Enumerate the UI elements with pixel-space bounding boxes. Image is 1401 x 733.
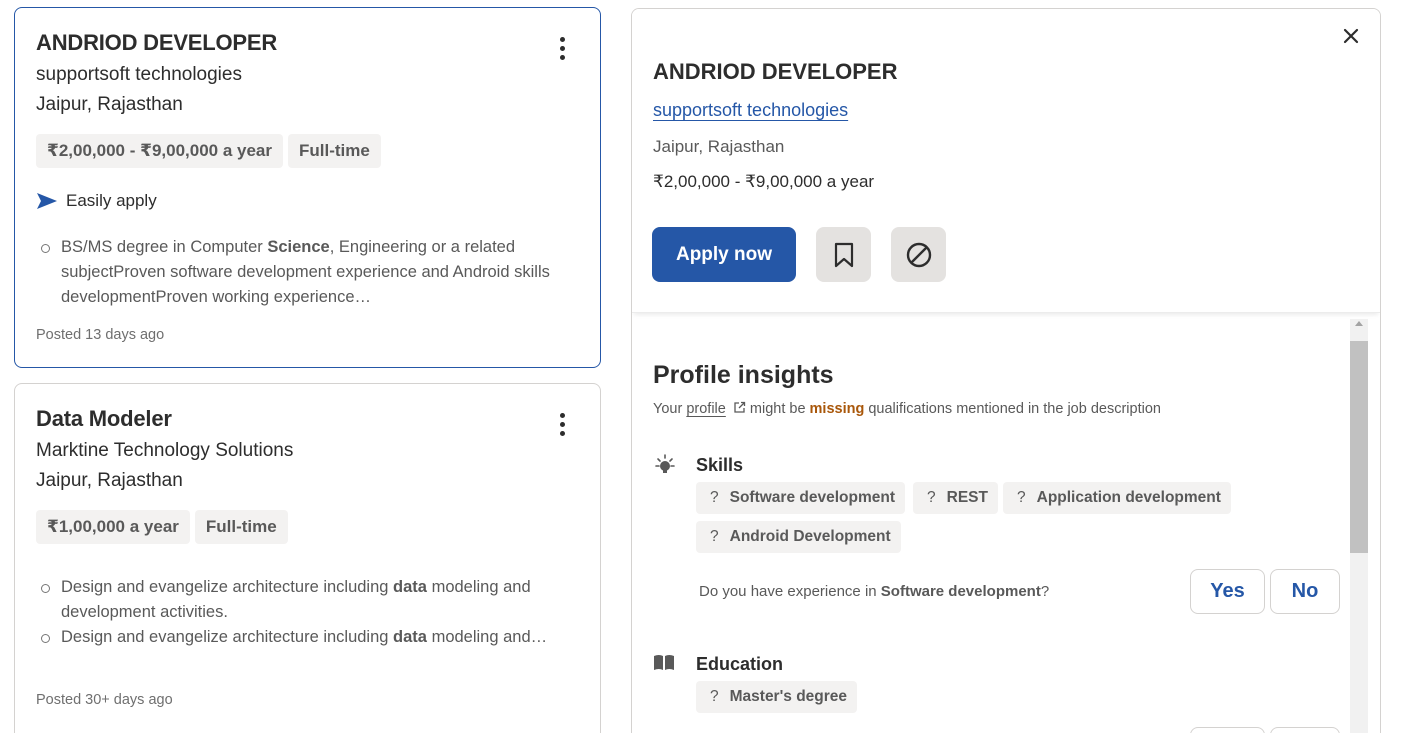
scrollbar[interactable] bbox=[1350, 319, 1368, 733]
education-label: Education bbox=[696, 654, 784, 674]
not-interested-button[interactable] bbox=[891, 227, 946, 282]
detail-salary: ₹2,00,000 - ₹9,00,000 a year bbox=[653, 172, 875, 191]
yes-button[interactable]: Yes bbox=[1190, 569, 1265, 614]
profile-insights-subtitle: Your profile might be missing qualificat… bbox=[653, 401, 1161, 417]
skill-tag[interactable]: ? REST bbox=[913, 482, 998, 514]
job-card[interactable]: Data Modeler Marktine Technology Solutio… bbox=[14, 383, 601, 733]
question-mark-icon: ? bbox=[710, 489, 719, 506]
posted-date: Posted 30+ days ago bbox=[36, 692, 173, 708]
no-button[interactable]: No bbox=[1270, 569, 1340, 614]
job-detail-pane: ANDRIOD DEVELOPER supportsoft technologi… bbox=[631, 8, 1381, 733]
profile-link[interactable]: profile bbox=[686, 401, 726, 417]
close-icon[interactable] bbox=[1342, 27, 1360, 45]
detail-company-link[interactable]: supportsoft technologies bbox=[653, 100, 848, 121]
skill-tag[interactable]: ? Software development bbox=[696, 482, 905, 514]
easily-apply-badge: Easily apply bbox=[36, 191, 157, 211]
scroll-up-arrow-icon[interactable] bbox=[1355, 321, 1363, 326]
posted-date: Posted 13 days ago bbox=[36, 327, 165, 343]
detail-job-title: ANDRIOD DEVELOPER bbox=[653, 59, 898, 84]
job-type-tag: Full-time bbox=[194, 510, 288, 544]
detail-location: Jaipur, Rajasthan bbox=[653, 137, 785, 156]
education-tag[interactable]: ? Master's degree bbox=[696, 681, 858, 713]
send-arrow-icon bbox=[37, 193, 57, 209]
question-mark-icon: ? bbox=[927, 489, 936, 506]
question-mark-icon: ? bbox=[1017, 489, 1026, 506]
apply-now-button[interactable]: Apply now bbox=[652, 227, 796, 282]
snippet-item: Design and evangelize architecture inclu… bbox=[39, 575, 559, 625]
question-mark-icon: ? bbox=[710, 688, 719, 705]
education-no-button[interactable] bbox=[1270, 727, 1340, 733]
missing-highlight: missing bbox=[809, 401, 865, 417]
job-location: Jaipur, Rajasthan bbox=[36, 470, 183, 491]
bookmark-icon bbox=[834, 242, 853, 267]
save-job-button[interactable] bbox=[816, 227, 871, 282]
education-yes-button[interactable] bbox=[1190, 727, 1265, 733]
question-mark-icon: ? bbox=[710, 528, 719, 545]
lightbulb-icon bbox=[655, 454, 675, 473]
book-icon bbox=[654, 655, 674, 670]
skills-label: Skills bbox=[696, 455, 744, 475]
easily-apply-label: Easily apply bbox=[66, 191, 157, 210]
job-title[interactable]: ANDRIOD DEVELOPER bbox=[36, 30, 277, 56]
skill-tag[interactable]: ? Android Development bbox=[696, 521, 901, 553]
experience-question: Do you have experience in Software devel… bbox=[699, 583, 1050, 600]
job-snippet: Design and evangelize architecture inclu… bbox=[39, 575, 559, 650]
job-type-tag: Full-time bbox=[288, 134, 381, 168]
job-detail-body: Profile insights Your profile might be m… bbox=[632, 313, 1380, 733]
profile-insights-heading: Profile insights bbox=[653, 361, 834, 389]
skill-tag[interactable]: ? Application development bbox=[1003, 482, 1231, 514]
scrollbar-thumb[interactable] bbox=[1350, 341, 1368, 553]
company-name: Marktine Technology Solutions bbox=[36, 440, 294, 461]
salary-tag: ₹2,00,000 - ₹9,00,000 a year bbox=[36, 134, 283, 168]
job-snippet: BS/MS degree in Computer Science, Engine… bbox=[39, 235, 559, 310]
block-icon bbox=[906, 242, 931, 267]
job-detail-header: ANDRIOD DEVELOPER supportsoft technologi… bbox=[632, 9, 1380, 313]
job-location: Jaipur, Rajasthan bbox=[36, 94, 183, 115]
company-name: supportsoft technologies bbox=[36, 64, 242, 85]
job-title[interactable]: Data Modeler bbox=[36, 406, 172, 432]
external-link-icon[interactable] bbox=[733, 401, 746, 414]
snippet-item: BS/MS degree in Computer Science, Engine… bbox=[39, 235, 559, 310]
more-options-icon[interactable] bbox=[552, 35, 572, 63]
more-options-icon[interactable] bbox=[552, 411, 572, 439]
snippet-item: Design and evangelize architecture inclu… bbox=[39, 625, 559, 650]
salary-tag: ₹1,00,000 a year bbox=[36, 510, 190, 544]
job-card[interactable]: ANDRIOD DEVELOPER supportsoft technologi… bbox=[14, 7, 601, 368]
